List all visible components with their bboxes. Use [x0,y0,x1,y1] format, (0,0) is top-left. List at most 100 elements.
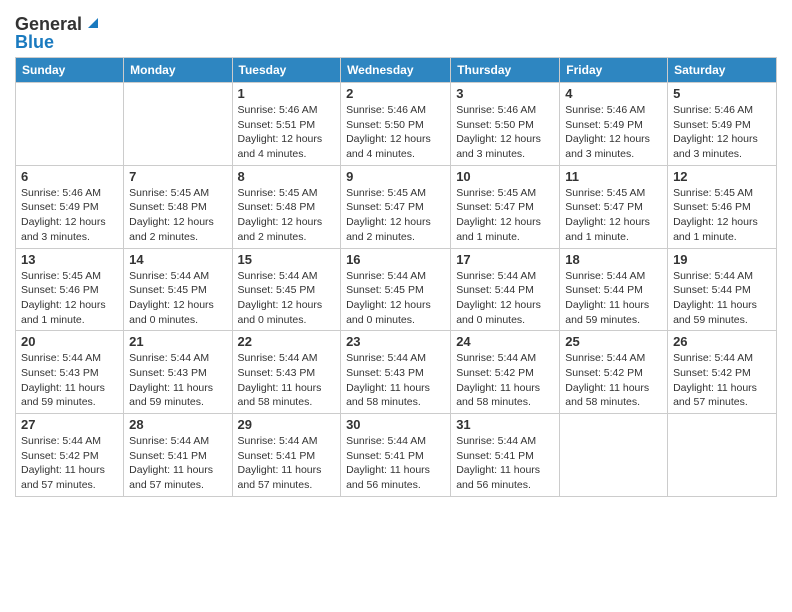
calendar-cell: 8 Sunrise: 5:45 AM Sunset: 5:48 PM Daylig… [232,165,341,248]
calendar-cell: 25Sunrise: 5:44 AM Sunset: 5:42 PM Dayli… [560,331,668,414]
weekday-header-friday: Friday [560,58,668,83]
day-number: 9 [346,169,445,184]
calendar-cell: 23 Sunrise: 5:44 AM Sunset: 5:43 PM Dayli… [341,331,451,414]
calendar-cell: 3 Sunrise: 5:46 AM Sunset: 5:50 PM Daylig… [451,83,560,166]
calendar-cell: 31 Sunrise: 5:44 AM Sunset: 5:41 PM Dayli… [451,414,560,497]
day-info: Sunrise: 5:44 AM Sunset: 5:42 PM Dayligh… [21,434,118,493]
day-info: Sunrise: 5:44 AM Sunset: 5:43 PM Dayligh… [129,351,226,410]
day-number: 28 [129,417,226,432]
day-info: Sunrise: 5:46 AM Sunset: 5:50 PM Dayligh… [456,103,554,162]
day-info: Sunrise: 5:44 AM Sunset: 5:41 PM Dayligh… [129,434,226,493]
day-info: Sunrise: 5:45 AM Sunset: 5:48 PM Dayligh… [238,186,336,245]
day-number: 31 [456,417,554,432]
calendar-cell: 26 Sunrise: 5:44 AM Sunset: 5:42 PM Dayli… [668,331,777,414]
calendar-cell: 17Sunrise: 5:44 AM Sunset: 5:44 PM Dayli… [451,248,560,331]
day-info: Sunrise: 5:45 AM Sunset: 5:48 PM Dayligh… [129,186,226,245]
day-info: Sunrise: 5:46 AM Sunset: 5:49 PM Dayligh… [673,103,771,162]
day-info: Sunrise: 5:44 AM Sunset: 5:42 PM Dayligh… [456,351,554,410]
calendar-cell: 6 Sunrise: 5:46 AM Sunset: 5:49 PM Daylig… [16,165,124,248]
day-number: 8 [238,169,336,184]
calendar-cell: 12 Sunrise: 5:45 AM Sunset: 5:46 PM Dayli… [668,165,777,248]
day-info: Sunrise: 5:44 AM Sunset: 5:44 PM Dayligh… [673,269,771,328]
calendar-table: SundayMondayTuesdayWednesdayThursdayFrid… [15,57,777,497]
day-number: 26 [673,334,771,349]
day-number: 16 [346,252,445,267]
page-header: General Blue [15,10,777,51]
weekday-header-thursday: Thursday [451,58,560,83]
day-info: Sunrise: 5:46 AM Sunset: 5:50 PM Dayligh… [346,103,445,162]
weekday-header-saturday: Saturday [668,58,777,83]
weekday-header-monday: Monday [124,58,232,83]
calendar-cell [668,414,777,497]
day-number: 18 [565,252,662,267]
day-info: Sunrise: 5:45 AM Sunset: 5:47 PM Dayligh… [565,186,662,245]
calendar-cell: 1 Sunrise: 5:46 AM Sunset: 5:51 PM Daylig… [232,83,341,166]
calendar-cell [560,414,668,497]
day-number: 4 [565,86,662,101]
calendar-cell: 2 Sunrise: 5:46 AM Sunset: 5:50 PM Daylig… [341,83,451,166]
day-info: Sunrise: 5:45 AM Sunset: 5:46 PM Dayligh… [21,269,118,328]
calendar-week-row: 1 Sunrise: 5:46 AM Sunset: 5:51 PM Daylig… [16,83,777,166]
calendar-cell: 11Sunrise: 5:45 AM Sunset: 5:47 PM Dayli… [560,165,668,248]
day-info: Sunrise: 5:44 AM Sunset: 5:43 PM Dayligh… [21,351,118,410]
calendar-cell: 16 Sunrise: 5:44 AM Sunset: 5:45 PM Dayli… [341,248,451,331]
day-number: 25 [565,334,662,349]
calendar-cell: 7Sunrise: 5:45 AM Sunset: 5:48 PM Daylig… [124,165,232,248]
calendar-cell: 4 Sunrise: 5:46 AM Sunset: 5:49 PM Daylig… [560,83,668,166]
weekday-header-row: SundayMondayTuesdayWednesdayThursdayFrid… [16,58,777,83]
day-info: Sunrise: 5:46 AM Sunset: 5:51 PM Dayligh… [238,103,336,162]
calendar-cell: 18Sunrise: 5:44 AM Sunset: 5:44 PM Dayli… [560,248,668,331]
calendar-week-row: 13 Sunrise: 5:45 AM Sunset: 5:46 PM Dayli… [16,248,777,331]
day-number: 14 [129,252,226,267]
day-number: 15 [238,252,336,267]
weekday-header-wednesday: Wednesday [341,58,451,83]
logo: General Blue [15,10,102,51]
day-info: Sunrise: 5:44 AM Sunset: 5:44 PM Dayligh… [456,269,554,328]
calendar-cell: 27 Sunrise: 5:44 AM Sunset: 5:42 PM Dayli… [16,414,124,497]
day-number: 22 [238,334,336,349]
day-info: Sunrise: 5:45 AM Sunset: 5:46 PM Dayligh… [673,186,771,245]
logo-blue-text: Blue [15,33,54,51]
day-info: Sunrise: 5:44 AM Sunset: 5:41 PM Dayligh… [346,434,445,493]
day-number: 12 [673,169,771,184]
day-info: Sunrise: 5:46 AM Sunset: 5:49 PM Dayligh… [565,103,662,162]
day-number: 29 [238,417,336,432]
calendar-cell: 15 Sunrise: 5:44 AM Sunset: 5:45 PM Dayli… [232,248,341,331]
day-info: Sunrise: 5:44 AM Sunset: 5:42 PM Dayligh… [673,351,771,410]
day-info: Sunrise: 5:44 AM Sunset: 5:43 PM Dayligh… [346,351,445,410]
calendar-week-row: 20 Sunrise: 5:44 AM Sunset: 5:43 PM Dayli… [16,331,777,414]
calendar-cell: 21Sunrise: 5:44 AM Sunset: 5:43 PM Dayli… [124,331,232,414]
calendar-cell: 13 Sunrise: 5:45 AM Sunset: 5:46 PM Dayli… [16,248,124,331]
day-number: 30 [346,417,445,432]
day-number: 20 [21,334,118,349]
day-number: 2 [346,86,445,101]
day-number: 23 [346,334,445,349]
day-number: 24 [456,334,554,349]
calendar-cell: 20 Sunrise: 5:44 AM Sunset: 5:43 PM Dayli… [16,331,124,414]
day-number: 3 [456,86,554,101]
day-number: 1 [238,86,336,101]
day-info: Sunrise: 5:44 AM Sunset: 5:41 PM Dayligh… [456,434,554,493]
day-info: Sunrise: 5:44 AM Sunset: 5:41 PM Dayligh… [238,434,336,493]
day-number: 6 [21,169,118,184]
day-number: 19 [673,252,771,267]
weekday-header-sunday: Sunday [16,58,124,83]
calendar-cell: 14Sunrise: 5:44 AM Sunset: 5:45 PM Dayli… [124,248,232,331]
day-info: Sunrise: 5:46 AM Sunset: 5:49 PM Dayligh… [21,186,118,245]
calendar-week-row: 6 Sunrise: 5:46 AM Sunset: 5:49 PM Daylig… [16,165,777,248]
calendar-week-row: 27 Sunrise: 5:44 AM Sunset: 5:42 PM Dayli… [16,414,777,497]
calendar-cell: 30 Sunrise: 5:44 AM Sunset: 5:41 PM Dayli… [341,414,451,497]
calendar-cell: 9 Sunrise: 5:45 AM Sunset: 5:47 PM Daylig… [341,165,451,248]
calendar-cell: 10Sunrise: 5:45 AM Sunset: 5:47 PM Dayli… [451,165,560,248]
day-number: 13 [21,252,118,267]
day-info: Sunrise: 5:45 AM Sunset: 5:47 PM Dayligh… [346,186,445,245]
calendar-cell: 24 Sunrise: 5:44 AM Sunset: 5:42 PM Dayli… [451,331,560,414]
day-info: Sunrise: 5:44 AM Sunset: 5:45 PM Dayligh… [346,269,445,328]
day-info: Sunrise: 5:44 AM Sunset: 5:45 PM Dayligh… [238,269,336,328]
calendar-cell: 22Sunrise: 5:44 AM Sunset: 5:43 PM Dayli… [232,331,341,414]
day-number: 27 [21,417,118,432]
calendar-cell: 19 Sunrise: 5:44 AM Sunset: 5:44 PM Dayli… [668,248,777,331]
logo-triangle-icon [84,14,102,32]
calendar-cell: 29 Sunrise: 5:44 AM Sunset: 5:41 PM Dayli… [232,414,341,497]
day-number: 5 [673,86,771,101]
